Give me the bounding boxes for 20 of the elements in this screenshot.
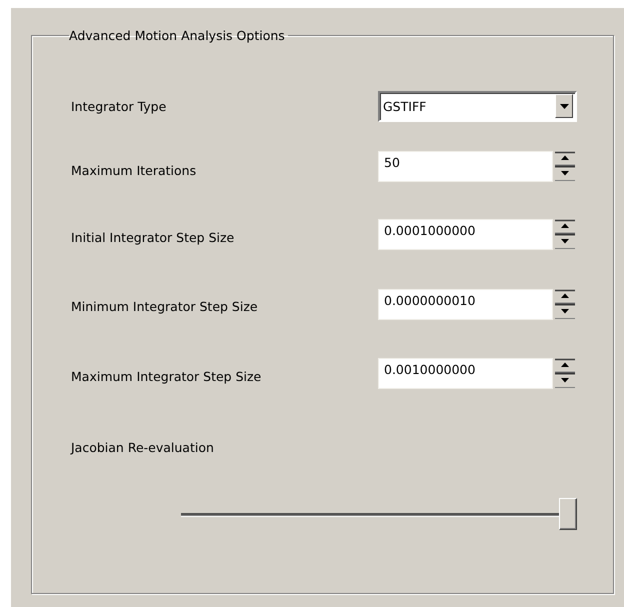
spin-arrows-icon[interactable] (554, 288, 576, 320)
field-label: Maximum Integrator Step Size (71, 368, 262, 384)
dropdown-arrow-button[interactable] (555, 94, 573, 118)
spin-arrows-icon[interactable] (554, 358, 576, 389)
spin-arrows-icon[interactable] (554, 151, 576, 182)
spin-arrows-icon[interactable] (554, 218, 576, 250)
field-label: Minimum Integrator Step Size (71, 298, 259, 314)
field-label: Integrator Type (71, 98, 168, 114)
number-field[interactable]: 0.0000000010 (378, 288, 553, 320)
group-title: Advanced Motion Analysis Options (69, 28, 286, 43)
slider-thumb[interactable] (559, 498, 577, 530)
field-label: Initial Integrator Step Size (71, 228, 236, 244)
caret-icon (560, 104, 568, 108)
number-field[interactable]: 0.0010000000 (378, 358, 553, 389)
number-field[interactable]: 0.0001000000 (378, 218, 553, 250)
number-field[interactable]: 50 (378, 151, 553, 182)
integrator-dropdown[interactable]: GSTIFF (378, 90, 577, 122)
slider[interactable] (181, 498, 577, 530)
slider-label: Jacobian Re-evaluation (71, 440, 215, 455)
field-label: Maximum Iterations (71, 162, 198, 178)
